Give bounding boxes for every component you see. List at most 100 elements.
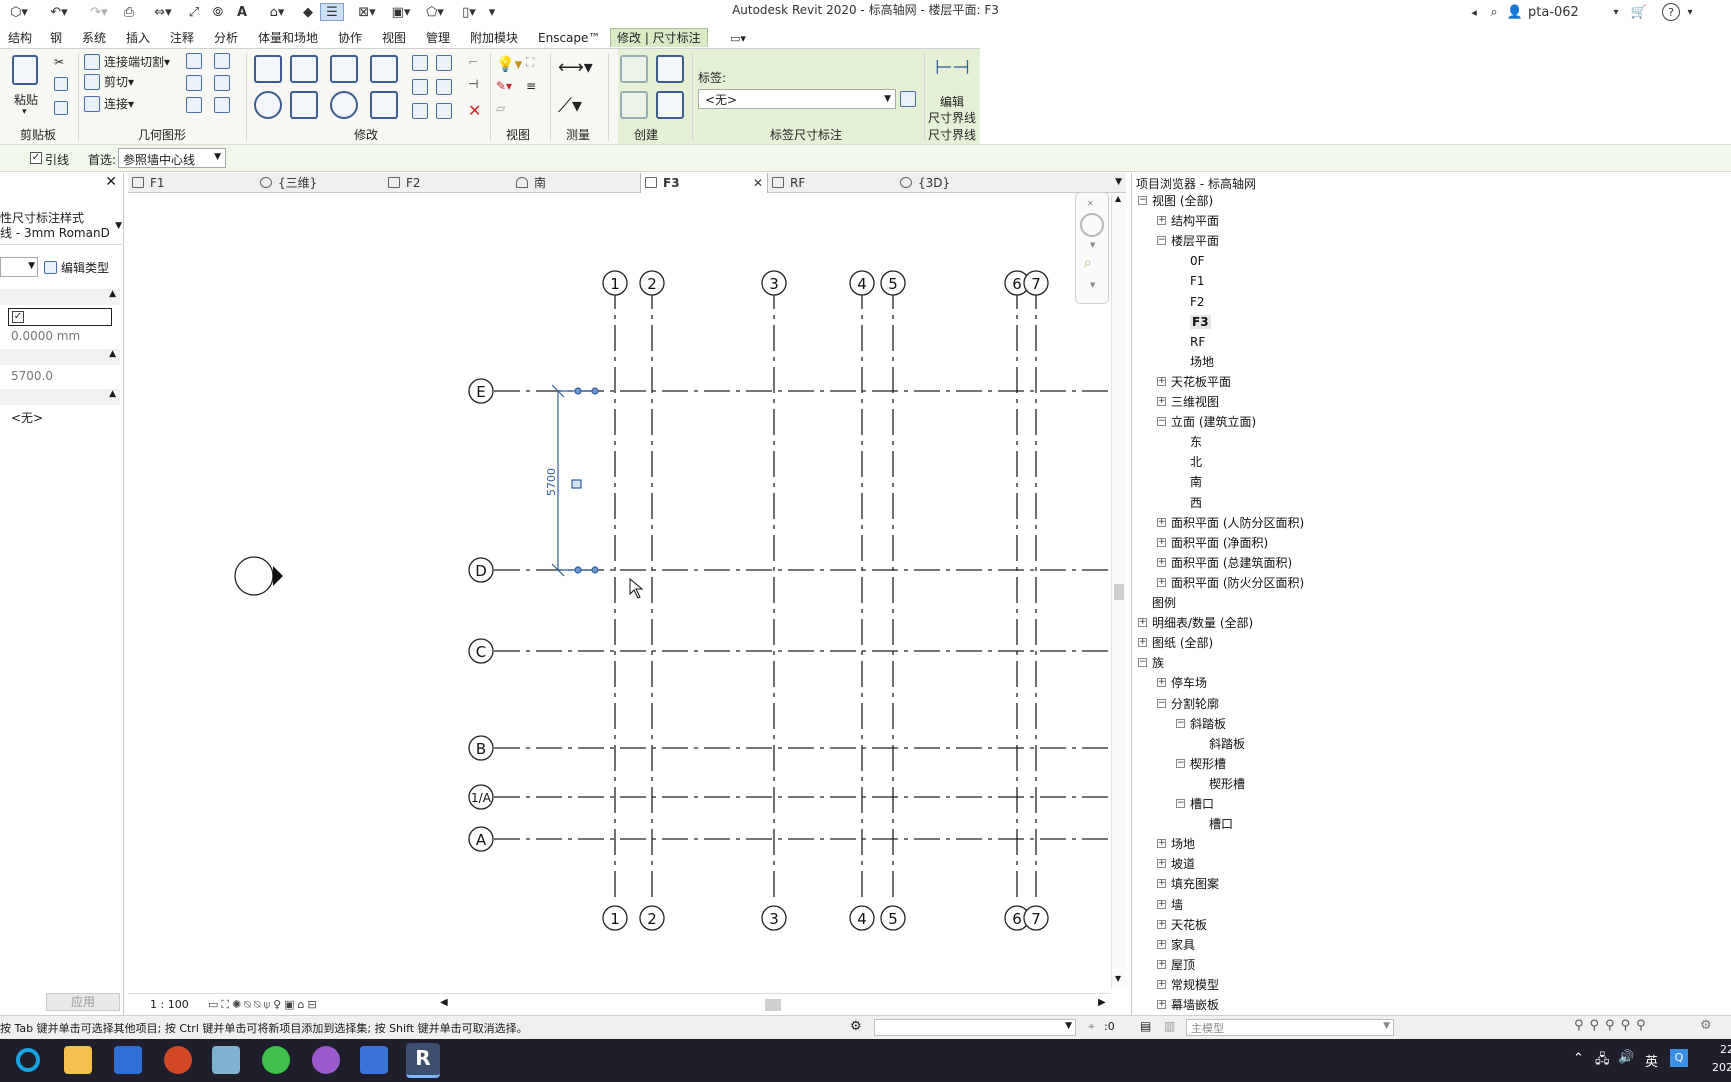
tag-dropdown[interactable]: <无> ▼ <box>698 89 896 109</box>
tree-item[interactable]: + 面积平面 (净面积) <box>1157 534 1268 552</box>
view-tab-rf[interactable]: RF <box>768 173 896 193</box>
redo-icon[interactable]: ↷▾ <box>82 3 116 21</box>
tree-item[interactable]: + 墙 <box>1157 896 1183 914</box>
expand-icon[interactable]: + <box>1138 638 1147 648</box>
selection-option-icons[interactable]: ⚲⚲⚲⚲⚲ <box>1574 1018 1652 1033</box>
filter-selection-icon[interactable]: ⚙ <box>1700 1018 1712 1033</box>
input-method-icon[interactable] <box>360 1046 388 1074</box>
scroll-down-icon[interactable]: ▼ <box>1115 974 1121 983</box>
offset-icon[interactable] <box>290 55 318 83</box>
binoculars-icon[interactable]: ⌕ <box>1484 3 1504 21</box>
tree-item[interactable]: 0F <box>1190 252 1205 270</box>
aligned-dimension-icon[interactable]: ⤢ <box>184 3 204 21</box>
tree-item[interactable]: + 天花板 <box>1157 916 1207 934</box>
shape-icon[interactable]: ⬠▾ <box>420 3 450 21</box>
network-icon[interactable]: 🖧 <box>1595 1050 1610 1072</box>
array-icon[interactable] <box>412 79 428 95</box>
expand-icon[interactable]: + <box>1157 678 1166 688</box>
instance-filter-dropdown[interactable]: ▼ <box>0 257 38 277</box>
aligned-dim-icon[interactable]: ⟋▾ <box>558 93 582 117</box>
expand-icon[interactable]: + <box>1157 557 1166 567</box>
tag-icon[interactable]: ⦾ <box>208 3 228 21</box>
measure-distance-icon[interactable]: ⟷▾ <box>558 57 593 78</box>
tab-analyze[interactable]: 分析 <box>214 29 238 48</box>
align-geometry-icon[interactable] <box>186 97 202 113</box>
move-icon[interactable] <box>254 91 282 119</box>
tree-item[interactable]: 西 <box>1190 494 1202 512</box>
expand-icon[interactable]: + <box>1157 839 1166 849</box>
design-options-icon[interactable]: ▤ <box>1140 1019 1151 1033</box>
design-option-dropdown[interactable]: 主模型 ▼ <box>1186 1019 1394 1036</box>
tree-item[interactable]: + 常规模型 <box>1157 976 1219 994</box>
rotate-icon[interactable] <box>330 91 358 119</box>
tree-item[interactable]: − 槽口 <box>1176 795 1214 813</box>
join-geometry-button[interactable]: 连接 ▾ <box>84 95 134 112</box>
line-style-icon[interactable]: ≡ <box>526 79 536 93</box>
split-gap-icon[interactable] <box>436 55 452 71</box>
tree-item[interactable]: + 幕墙嵌板 <box>1157 996 1219 1014</box>
collapse-icon[interactable]: − <box>1157 698 1166 708</box>
collapse-icon[interactable]: − <box>1157 417 1166 427</box>
tree-item[interactable]: 斜踏板 <box>1209 735 1245 753</box>
collapse-icon[interactable]: − <box>1176 718 1185 728</box>
tree-item[interactable]: + 填充图案 <box>1157 875 1219 893</box>
demolish-icon[interactable] <box>214 53 230 69</box>
paste-button[interactable]: 粘贴 <box>14 91 38 108</box>
property-checkbox-field[interactable]: ✓ <box>8 308 112 326</box>
chevron-down-icon[interactable]: ▼ <box>1090 281 1095 289</box>
override-graphics-icon[interactable]: ✎▾ <box>496 79 512 93</box>
view-tab-south[interactable]: 南 <box>512 173 640 193</box>
revit-icon[interactable]: R <box>406 1043 440 1078</box>
expand-icon[interactable]: + <box>1157 979 1166 989</box>
tree-item[interactable]: − 族 <box>1138 654 1164 672</box>
expand-icon[interactable]: + <box>1157 376 1166 386</box>
ribbon-minimize-icon[interactable]: ▭▾ <box>730 29 746 48</box>
trim-extend-icon[interactable] <box>370 91 398 119</box>
property-value-none[interactable]: <无> <box>8 408 112 426</box>
tree-item[interactable]: − 斜踏板 <box>1176 715 1226 733</box>
close-tab-icon[interactable]: ✕ <box>753 173 763 193</box>
view-tab-f1[interactable]: F1 <box>128 173 256 193</box>
tab-systems[interactable]: 系统 <box>82 29 106 48</box>
collapse-icon[interactable]: − <box>1138 658 1147 668</box>
section-header[interactable]: ▲ <box>0 349 120 365</box>
tree-item[interactable]: + 面积平面 (总建筑面积) <box>1157 554 1292 572</box>
collapse-icon[interactable]: − <box>1176 758 1185 768</box>
type-selector[interactable]: 性尺寸标注样式 线 - 3mm RomanD ▼ <box>0 193 124 245</box>
customize-qat-icon[interactable]: ▾ <box>484 3 500 21</box>
mirror-axis-icon[interactable] <box>330 55 358 83</box>
edit-witness-lines-icon[interactable]: ⊢⊣ <box>935 55 970 79</box>
section-header[interactable]: ▲ <box>0 289 120 305</box>
tab-structure[interactable]: 结构 <box>8 29 32 48</box>
cart-icon[interactable]: 🛒 <box>1628 3 1650 21</box>
tab-steel[interactable]: 钢 <box>50 29 62 48</box>
hammer-icon[interactable] <box>214 97 230 113</box>
close-icon[interactable]: ✕ <box>1087 199 1094 208</box>
editable-only-icon[interactable]: ⌖ <box>1088 1019 1095 1034</box>
collapse-icon[interactable]: − <box>1157 236 1166 246</box>
filter-icon[interactable]: ▯▾ <box>454 3 484 21</box>
3d-view-icon[interactable]: ⌂▾ <box>262 3 292 21</box>
drag-handle[interactable] <box>591 566 599 574</box>
tree-item[interactable]: F2 <box>1190 293 1205 311</box>
zoom-icon[interactable]: ⌕ <box>1084 255 1092 271</box>
elevation-marker[interactable] <box>234 556 283 596</box>
tree-item[interactable]: + 停车场 <box>1157 674 1207 692</box>
tree-item[interactable]: RF <box>1190 333 1205 351</box>
scroll-thumb[interactable] <box>1114 584 1124 600</box>
view-tab-3d[interactable]: {3D} <box>896 173 1024 193</box>
delete-icon[interactable]: ✕ <box>468 101 481 120</box>
user-menu-chevron-icon[interactable]: ▾ <box>1610 3 1622 21</box>
tree-item[interactable]: − 楔形槽 <box>1176 755 1226 773</box>
tree-item[interactable]: + 坡道 <box>1157 855 1195 873</box>
expand-icon[interactable]: + <box>1157 216 1166 226</box>
cut-clipboard-icon[interactable]: ✂ <box>54 55 64 69</box>
scroll-right-icon[interactable]: ▶ <box>1098 997 1106 1008</box>
grid-drawing[interactable]: 1 2 3 4 5 6 7 1 2 3 4 5 6 7 E D C B 1/A … <box>128 194 1111 988</box>
cut-join-button[interactable]: 连接端切割 ▾ <box>84 53 170 70</box>
mirror-draw-icon[interactable] <box>370 55 398 83</box>
active-option-icon[interactable]: ▥ <box>1164 1019 1175 1033</box>
elevation-arrow-icon[interactable] <box>273 566 283 586</box>
tab-enscape[interactable]: Enscape™ <box>538 29 600 48</box>
colorful-app-icon[interactable] <box>312 1046 340 1074</box>
